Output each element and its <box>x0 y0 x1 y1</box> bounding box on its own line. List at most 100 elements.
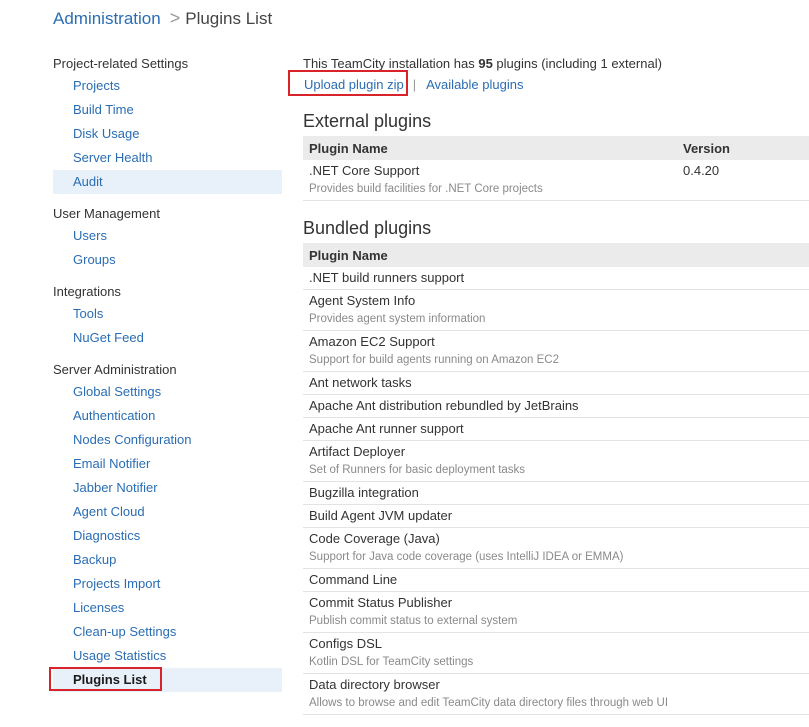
sidebar-item-clean-up-settings[interactable]: Clean-up Settings <box>53 620 282 644</box>
sidebar-group-title: Project-related Settings <box>53 56 189 71</box>
plugin-name: Bugzilla integration <box>309 485 419 500</box>
table-row: .NET Core Support Provides build facilit… <box>303 160 809 201</box>
plugin-name: .NET Core Support <box>309 163 420 178</box>
plugin-name: Data directory browser <box>309 677 440 692</box>
upload-plugin-zip-wrapper: Upload plugin zip <box>288 70 408 96</box>
plugin-version: 0.4.20 <box>683 163 720 178</box>
plugin-name: Artifact Deployer <box>309 444 406 459</box>
sidebar-item-jabber-notifier[interactable]: Jabber Notifier <box>53 476 282 500</box>
plugin-name: Agent System Info <box>309 293 416 308</box>
bundled-plugins-heading: Bundled plugins <box>303 218 432 238</box>
sidebar-item-global-settings[interactable]: Global Settings <box>53 380 282 404</box>
plugin-name: Code Coverage (Java) <box>309 531 440 546</box>
plugin-cell: Ant network tasks <box>303 371 809 395</box>
table-row: Configs DSL Kotlin DSL for TeamCity setti… <box>303 632 809 674</box>
sidebar-item-server-health[interactable]: Server Health <box>53 146 282 170</box>
plugins-summary: This TeamCity installation has 95 plugin… <box>303 54 809 74</box>
plugin-description: Support for Java code coverage (uses Int… <box>309 551 624 563</box>
sidebar-group-title: Server Administration <box>53 362 177 377</box>
sidebar-item-disk-usage[interactable]: Disk Usage <box>53 122 282 146</box>
table-row: Command Line <box>303 568 809 592</box>
plugin-name: Command Line <box>309 572 398 587</box>
plugin-name: Amazon EC2 Support <box>309 334 435 349</box>
sidebar-group-project-settings: Project-related Settings Projects Build … <box>53 54 282 194</box>
bundled-plugins-body: .NET build runners support Agent System I… <box>303 267 809 715</box>
plugin-name: Apache Ant distribution rebundled by Jet… <box>309 398 579 413</box>
table-row: Amazon EC2 Support Support for build agen… <box>303 330 809 372</box>
plugin-name: Configs DSL <box>309 636 382 651</box>
table-row: Commit Status Publisher Publish commit st… <box>303 591 809 633</box>
table-header-row: Plugin Name Version <box>303 136 809 160</box>
external-plugins-table: Plugin Name Version .NET Core Support Pr… <box>303 136 809 201</box>
column-header-version: Version <box>677 136 809 160</box>
sidebar-item-nodes-configuration[interactable]: Nodes Configuration <box>53 428 282 452</box>
plugin-cell: Artifact Deployer Set of Runners for basi… <box>303 440 809 482</box>
sidebar-item-groups[interactable]: Groups <box>53 248 282 272</box>
breadcrumb: Administration > Plugins List <box>53 7 272 29</box>
sidebar-item-projects-import[interactable]: Projects Import <box>53 572 282 596</box>
table-row: Data directory browser Allows to browse a… <box>303 673 809 715</box>
sidebar-item-licenses[interactable]: Licenses <box>53 596 282 620</box>
sidebar-item-authentication[interactable]: Authentication <box>53 404 282 428</box>
table-row: Ant network tasks <box>303 371 809 395</box>
table-row: Bugzilla integration <box>303 481 809 505</box>
plugin-name: Commit Status Publisher <box>309 595 453 610</box>
plugin-name: Build Agent JVM updater <box>309 508 453 523</box>
plugin-actions: Upload plugin zip | Available plugins <box>288 70 809 96</box>
plugin-cell: .NET Core Support Provides build facilit… <box>303 160 677 201</box>
plugin-cell: Amazon EC2 Support Support for build agen… <box>303 330 809 372</box>
available-plugins-link[interactable]: Available plugins <box>426 77 523 92</box>
sidebar-item-nuget-feed[interactable]: NuGet Feed <box>53 326 282 350</box>
sidebar-item-usage-statistics[interactable]: Usage Statistics <box>53 644 282 668</box>
column-header-plugin-name: Plugin Name <box>303 136 677 160</box>
table-row: Apache Ant runner support <box>303 417 809 441</box>
plugin-description: Allows to browse and edit TeamCity data … <box>309 697 669 709</box>
upload-plugin-zip-link[interactable]: Upload plugin zip <box>304 77 404 92</box>
breadcrumb-administration-link[interactable]: Administration <box>53 9 161 28</box>
plugin-description: Set of Runners for basic deployment task… <box>309 464 526 476</box>
table-row: Code Coverage (Java) Support for Java cod… <box>303 527 809 569</box>
bundled-plugins-table: Plugin Name .NET build runners support Ag… <box>303 243 809 715</box>
sidebar-item-projects[interactable]: Projects <box>53 74 282 98</box>
table-header-row: Plugin Name <box>303 243 809 267</box>
plugin-cell: Commit Status Publisher Publish commit st… <box>303 591 809 633</box>
plugin-description: Publish commit status to external system <box>309 615 518 627</box>
table-row: Artifact Deployer Set of Runners for basi… <box>303 440 809 482</box>
sidebar-item-plugins-list[interactable]: Plugins List <box>49 667 282 692</box>
page-title: Plugins List <box>185 9 273 28</box>
sidebar-item-build-time[interactable]: Build Time <box>53 98 282 122</box>
plugin-description: Provides agent system information <box>309 313 486 325</box>
summary-prefix: This TeamCity installation has <box>303 56 479 71</box>
sidebar-item-backup[interactable]: Backup <box>53 548 282 572</box>
version-cell: 0.4.20 <box>677 160 809 201</box>
plugin-cell: Build Agent JVM updater <box>303 504 809 528</box>
summary-suffix: plugins (including 1 external) <box>492 56 662 71</box>
plugin-cell: Code Coverage (Java) Support for Java cod… <box>303 527 809 569</box>
plugin-description: Provides build facilities for .NET Core … <box>309 183 543 195</box>
sidebar-group-user-management: User Management Users Groups <box>53 204 282 272</box>
plugin-cell: Bugzilla integration <box>303 481 809 505</box>
link-separator: | <box>412 77 417 92</box>
sidebar-group-title: User Management <box>53 206 160 221</box>
column-header-plugin-name: Plugin Name <box>303 243 809 267</box>
plugin-name: Apache Ant runner support <box>309 421 464 436</box>
plugin-cell: .NET build runners support <box>303 267 809 290</box>
sidebar-item-email-notifier[interactable]: Email Notifier <box>53 452 282 476</box>
sidebar-group-server-administration: Server Administration Global Settings Au… <box>49 360 282 692</box>
plugin-description: Kotlin DSL for TeamCity settings <box>309 656 474 668</box>
sidebar-item-audit[interactable]: Audit <box>53 170 282 194</box>
breadcrumb-separator: > <box>169 8 181 28</box>
plugins-main: This TeamCity installation has 95 plugin… <box>288 54 809 715</box>
plugin-name: Ant network tasks <box>309 375 412 390</box>
sidebar-item-agent-cloud[interactable]: Agent Cloud <box>53 500 282 524</box>
plugin-cell: Apache Ant runner support <box>303 417 809 441</box>
table-row: Build Agent JVM updater <box>303 504 809 528</box>
plugin-cell: Command Line <box>303 568 809 592</box>
plugin-cell: Agent System Info Provides agent system i… <box>303 289 809 331</box>
plugin-description: Support for build agents running on Amaz… <box>309 354 559 366</box>
plugin-count: 95 <box>478 56 493 71</box>
sidebar-item-tools[interactable]: Tools <box>53 302 282 326</box>
sidebar-item-users[interactable]: Users <box>53 224 282 248</box>
sidebar-item-diagnostics[interactable]: Diagnostics <box>53 524 282 548</box>
sidebar-item-label: Plugins List <box>73 672 147 687</box>
